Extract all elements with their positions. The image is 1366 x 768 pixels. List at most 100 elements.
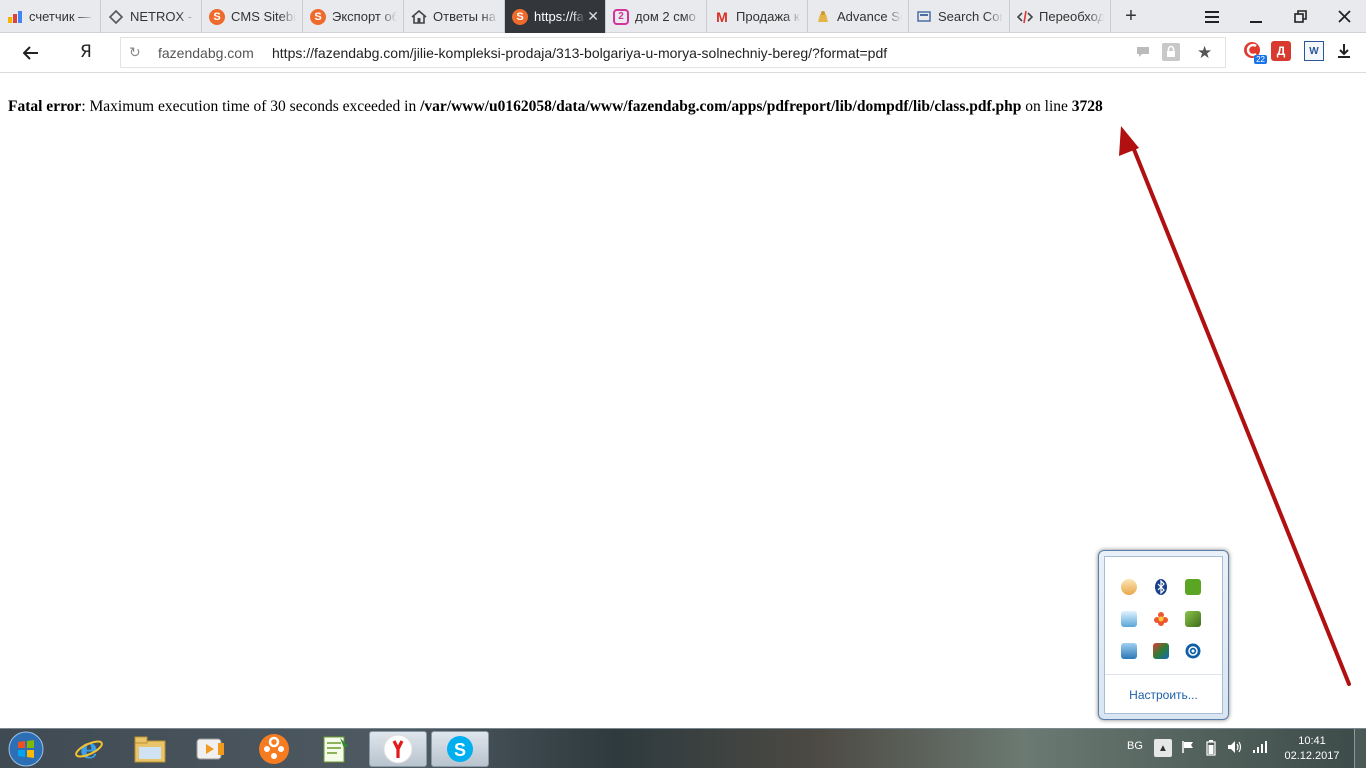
tray-overflow-popup: Настроить... bbox=[1098, 550, 1229, 720]
tab-search-console[interactable]: Search Con bbox=[909, 0, 1010, 33]
tray-app2-icon[interactable] bbox=[1113, 603, 1145, 635]
tab-cms-sitebill[interactable]: S CMS Sitebi bbox=[202, 0, 303, 33]
tray-customize-link[interactable]: Настроить... bbox=[1105, 688, 1222, 702]
close-window-button[interactable] bbox=[1322, 0, 1366, 33]
s-circle-icon: S bbox=[310, 8, 326, 25]
taskbar-media-player[interactable] bbox=[182, 731, 240, 767]
taskbar: e S BG ▲ 10:41 02.12.2017 bbox=[0, 728, 1366, 768]
new-tab-button[interactable]: + bbox=[1119, 0, 1143, 33]
comment-icon[interactable] bbox=[1136, 45, 1150, 61]
taskbar-clock[interactable]: 10:41 02.12.2017 bbox=[1284, 734, 1340, 764]
address-bar[interactable]: ↻ fazendabg.com https://fazendabg.com/ji… bbox=[120, 37, 1226, 68]
menu-button[interactable] bbox=[1190, 0, 1234, 33]
keyboard-language[interactable]: BG bbox=[1127, 740, 1143, 752]
browser-toolbar: Я ↻ fazendabg.com https://fazendabg.com/… bbox=[0, 33, 1366, 73]
taskbar-ie[interactable]: e bbox=[60, 731, 118, 767]
tab-close-icon[interactable]: ✕ bbox=[587, 8, 599, 25]
address-domain: fazendabg.com bbox=[158, 45, 254, 61]
taskbar-ok[interactable] bbox=[245, 731, 303, 767]
taskbar-explorer[interactable] bbox=[121, 731, 179, 767]
extension-word-button[interactable]: W bbox=[1304, 41, 1324, 61]
restore-icon bbox=[1293, 10, 1307, 23]
ok-icon bbox=[259, 734, 289, 764]
tab-title: CMS Sitebi bbox=[231, 9, 296, 24]
tab-title: Search Con bbox=[938, 9, 1003, 24]
extension-adblock-button[interactable]: 22 bbox=[1243, 41, 1267, 64]
taskbar-skype[interactable]: S bbox=[431, 731, 489, 767]
s-circle-icon: S bbox=[512, 8, 528, 25]
yandex-browser-icon bbox=[383, 734, 413, 764]
tab-title: Экспорт об bbox=[332, 9, 397, 24]
tray-divider bbox=[1105, 674, 1222, 675]
minimize-icon bbox=[1250, 20, 1262, 23]
tray-app-icon[interactable] bbox=[1113, 571, 1145, 603]
network-signal-icon[interactable] bbox=[1252, 740, 1268, 757]
tab-title: Ответы на bbox=[433, 9, 496, 24]
tab-list: счетчик — NETROX - S CMS Sitebi S Экспор… bbox=[0, 0, 1111, 33]
teamviewer-icon[interactable] bbox=[1177, 635, 1209, 667]
tab-active-fazendabg[interactable]: S https://fa ✕ bbox=[505, 0, 606, 33]
battery-icon[interactable] bbox=[1206, 740, 1216, 759]
tab-advance-search[interactable]: Advance Se bbox=[808, 0, 909, 33]
volume-icon[interactable] bbox=[1227, 740, 1243, 757]
fatal-error-message: Fatal error: Maximum execution time of 3… bbox=[8, 98, 1103, 116]
file-explorer-icon bbox=[134, 736, 166, 763]
windows-start-icon bbox=[8, 731, 44, 767]
tab-title: Advance Se bbox=[837, 9, 902, 24]
extension-badge: 22 bbox=[1254, 55, 1267, 64]
netrox-icon bbox=[108, 9, 124, 25]
bluetooth-icon[interactable] bbox=[1145, 571, 1177, 603]
s-circle-icon: S bbox=[209, 8, 225, 25]
address-url[interactable]: https://fazendabg.com/jilie-kompleksi-pr… bbox=[272, 45, 887, 61]
back-arrow-icon bbox=[23, 46, 38, 60]
action-center-flag-icon[interactable] bbox=[1181, 740, 1195, 757]
tab-title: NETROX - bbox=[130, 9, 193, 24]
network-app-icon[interactable] bbox=[1113, 635, 1145, 667]
error-text: : Maximum execution time of 30 seconds e… bbox=[81, 98, 421, 115]
yandex-metrica-icon bbox=[7, 9, 23, 25]
code-icon bbox=[1017, 9, 1033, 25]
tab-netrox[interactable]: NETROX - bbox=[101, 0, 202, 33]
taskbar-yandex-browser[interactable] bbox=[369, 731, 427, 767]
lock-icon[interactable] bbox=[1162, 43, 1180, 64]
internet-explorer-icon: e bbox=[75, 734, 103, 764]
bookmark-star-icon[interactable]: ★ bbox=[1197, 43, 1212, 63]
minimize-button[interactable] bbox=[1234, 0, 1278, 33]
clock-time: 10:41 bbox=[1298, 735, 1326, 747]
advance-icon bbox=[815, 9, 831, 25]
reload-icon[interactable]: ↻ bbox=[129, 44, 141, 61]
dom2-icon: 2 bbox=[613, 8, 629, 25]
tab-counter[interactable]: счетчик — bbox=[0, 0, 101, 33]
tab-gmail-sale[interactable]: M Продажа к bbox=[707, 0, 808, 33]
yandex-logo[interactable]: Я bbox=[80, 42, 92, 62]
skype-icon: S bbox=[447, 736, 473, 762]
extension-d-button[interactable]: Д bbox=[1271, 41, 1291, 61]
tab-title: Переобход bbox=[1039, 9, 1104, 24]
evernote-icon[interactable] bbox=[1177, 571, 1209, 603]
download-icon bbox=[1338, 44, 1350, 58]
show-hidden-icons-button[interactable]: ▲ bbox=[1154, 739, 1172, 757]
tray-app4-icon[interactable] bbox=[1145, 635, 1177, 667]
tab-dom2[interactable]: 2 дом 2 смо bbox=[606, 0, 707, 33]
error-file-path: /var/www/u0162058/data/www/fazendabg.com… bbox=[420, 98, 1022, 115]
tab-recrawl[interactable]: Переобход bbox=[1010, 0, 1111, 33]
error-label: Fatal error bbox=[8, 98, 82, 115]
taskbar-notepad-plus[interactable] bbox=[306, 731, 364, 767]
back-button[interactable] bbox=[18, 41, 44, 65]
downloads-button[interactable] bbox=[1334, 41, 1354, 61]
start-button[interactable] bbox=[4, 730, 48, 768]
clock-date: 02.12.2017 bbox=[1284, 750, 1340, 762]
tab-answers[interactable]: Ответы на bbox=[404, 0, 505, 33]
tab-strip: счетчик — NETROX - S CMS Sitebi S Экспор… bbox=[0, 0, 1366, 33]
tray-app3-icon[interactable] bbox=[1177, 603, 1209, 635]
gmail-icon: M bbox=[716, 8, 728, 25]
error-line-number: 3728 bbox=[1071, 98, 1103, 115]
search-console-icon bbox=[916, 9, 932, 25]
tab-export[interactable]: S Экспорт об bbox=[303, 0, 404, 33]
media-player-icon bbox=[196, 738, 224, 760]
hamburger-icon bbox=[1205, 10, 1219, 23]
notepad-plus-icon bbox=[323, 736, 348, 763]
show-desktop-button[interactable] bbox=[1354, 729, 1366, 768]
restore-button[interactable] bbox=[1278, 0, 1322, 33]
flower-icon[interactable] bbox=[1145, 603, 1177, 635]
